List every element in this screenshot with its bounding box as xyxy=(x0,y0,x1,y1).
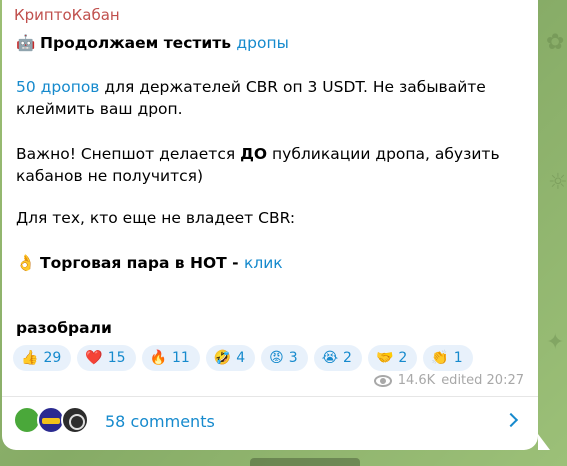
reaction-heart[interactable]: ❤️ 15 xyxy=(77,345,136,371)
reaction-count: 2 xyxy=(398,350,408,366)
reaction-clap[interactable]: 👏 1 xyxy=(423,345,473,371)
clap-icon: 👏 xyxy=(431,350,449,366)
reaction-rofl[interactable]: 🤣 4 xyxy=(205,345,256,371)
reaction-count: 11 xyxy=(171,350,190,366)
paragraph-2-text-a: Важно! Снепшот делается xyxy=(16,145,241,163)
message-bubble: КриптоКабан 🤖 Продолжаем тестить дропы 50… xyxy=(2,0,538,450)
reaction-count: 4 xyxy=(236,350,246,366)
title-link[interactable]: дропы xyxy=(236,34,288,52)
paragraph-2-line-1: Важно! Снепшот делается ДО публикации др… xyxy=(16,143,500,165)
background-doodle: ✿ xyxy=(546,30,565,55)
reaction-fire[interactable]: 🔥 11 xyxy=(141,345,200,371)
trading-pair-line: 👌 Торговая пара в HOT - клик xyxy=(16,252,283,274)
bottom-panel-edge xyxy=(250,458,360,466)
paragraph-2-text-b: публикации дропа, абузить xyxy=(267,145,500,163)
reaction-count: 3 xyxy=(288,350,298,366)
message-title: 🤖 Продолжаем тестить дропы xyxy=(16,32,289,54)
angry-icon: 😡 xyxy=(269,350,284,366)
heart-icon: ❤️ xyxy=(85,350,103,366)
paragraph-2-bold: ДО xyxy=(240,145,268,163)
edited-time: edited 20:27 xyxy=(441,373,524,388)
avatar xyxy=(61,406,89,434)
robot-icon: 🤖 xyxy=(16,34,36,52)
footer-text: разобрали xyxy=(16,319,112,337)
trading-pair-link[interactable]: клик xyxy=(244,254,283,272)
handshake-icon: 🤝 xyxy=(375,350,394,366)
comments-button[interactable]: 58 comments xyxy=(2,397,538,447)
title-text: Продолжаем тестить xyxy=(40,34,237,52)
paragraph-2-line-2: кабанов не получится) xyxy=(16,167,204,185)
ok-hand-icon: 👌 xyxy=(16,254,36,272)
paragraph-1-line-2: клеймить ваш дроп. xyxy=(16,100,183,118)
comments-count: 58 comments xyxy=(105,412,215,431)
message-meta: 14.6K edited 20:27 xyxy=(373,373,524,388)
reaction-handshake[interactable]: 🤝 2 xyxy=(367,345,418,371)
trading-pair-text: Торговая пара в HOT - xyxy=(40,254,244,272)
crying-icon: 😭 xyxy=(321,350,339,366)
paragraph-3: Для тех, кто еще не владеет CBR: xyxy=(16,209,296,227)
reaction-crying[interactable]: 😭 2 xyxy=(313,345,362,371)
reaction-angry[interactable]: 😡 3 xyxy=(261,345,308,371)
thumbs-up-icon: 👍 xyxy=(21,350,39,366)
fire-icon: 🔥 xyxy=(149,350,167,366)
eye-icon xyxy=(373,374,392,387)
view-count: 14.6K xyxy=(397,373,436,388)
reaction-count: 1 xyxy=(453,350,463,366)
bubble-tail xyxy=(538,434,550,450)
reaction-thumbs-up[interactable]: 👍 29 xyxy=(13,345,72,371)
reaction-count: 15 xyxy=(107,350,126,366)
paragraph-1-line-1: 50 дропов для держателей CBR оп 3 USDT. … xyxy=(16,76,486,98)
commenter-avatars xyxy=(13,406,93,436)
paragraph-1-text: для держателей CBR оп 3 USDT. Не забывай… xyxy=(99,78,486,96)
reaction-count: 2 xyxy=(343,350,352,366)
background-doodle: ☼ xyxy=(548,170,567,195)
rofl-icon: 🤣 xyxy=(213,350,232,366)
reactions-bar: 👍 29 ❤️ 15 🔥 11 🤣 4 😡 3 😭 2 🤝 2 👏 1 xyxy=(13,345,473,371)
channel-name[interactable]: КриптоКабан xyxy=(14,6,120,24)
drops-link[interactable]: 50 дропов xyxy=(16,78,99,96)
background-doodle: ✦ xyxy=(546,330,565,355)
chevron-right-icon xyxy=(503,412,519,428)
reaction-count: 29 xyxy=(43,350,62,366)
